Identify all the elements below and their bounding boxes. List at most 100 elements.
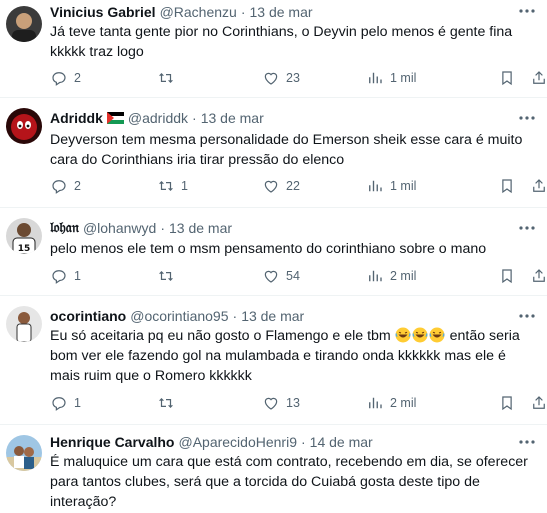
like-icon [264, 270, 278, 283]
separator-dot: · [300, 434, 306, 450]
bookmark-icon [502, 71, 512, 86]
tweet-header: Henrique Carvalho @AparecidoHenri9 · 14 … [50, 431, 507, 453]
tweet-text: Já teve tanta gente pior no Corinthians,… [50, 24, 517, 60]
tweet-ocorintiano[interactable]: ocorintiano @ocorintiano95 · 13 de mar E… [0, 296, 547, 425]
bookmark-button[interactable] [498, 176, 516, 196]
share-icon [533, 396, 545, 409]
like-icon [264, 72, 278, 85]
views-icon [369, 397, 382, 409]
reply-count: 1 [74, 269, 81, 283]
views-button[interactable]: 1 mil [366, 68, 416, 88]
laughing-emoji-icon [429, 327, 445, 343]
retweet-button[interactable]: 1 [157, 176, 188, 196]
like-icon [264, 180, 278, 193]
avatar[interactable]: 15 [6, 218, 42, 254]
bookmark-icon [502, 179, 512, 194]
bookmark-button[interactable] [498, 393, 516, 413]
share-icon [533, 71, 545, 84]
tweet-text: Deyverson tem mesma personalidade do Eme… [50, 132, 527, 168]
retweet-button[interactable] [157, 266, 181, 286]
retweet-count: 1 [181, 179, 188, 193]
reply-button[interactable]: 2 [50, 176, 81, 196]
retweet-icon [159, 73, 173, 83]
share-button[interactable] [530, 176, 547, 196]
reply-count: 1 [74, 396, 81, 410]
author-handle[interactable]: @AparecidoHenri9 [178, 434, 297, 450]
more-icon[interactable] [517, 309, 537, 323]
like-button[interactable]: 22 [262, 176, 300, 196]
tweet-lohan[interactable]: 15 𝔩𝔬𝔥𝔞𝔫 @lohanwyd · 13 de mar pelo meno… [0, 208, 547, 296]
like-button[interactable]: 13 [262, 393, 300, 413]
laughing-emoji-icon [412, 327, 428, 343]
views-button[interactable]: 2 mil [366, 393, 416, 413]
tweet-header: 𝔩𝔬𝔥𝔞𝔫 @lohanwyd · 13 de mar [50, 217, 507, 239]
retweet-icon [159, 271, 173, 281]
tweet-actions: 2 1 22 1 mil [50, 176, 547, 196]
reply-button[interactable]: 1 [50, 393, 81, 413]
tweet-text: pelo menos ele tem o msm pensamento do c… [50, 241, 487, 257]
reply-button[interactable]: 1 [50, 266, 81, 286]
tweet-date[interactable]: 13 de mar [201, 110, 264, 126]
more-icon[interactable] [517, 4, 537, 18]
avatar[interactable] [6, 435, 42, 471]
tweet-adriddk[interactable]: Adriddk @adriddk · 13 de mar Deyverson t… [0, 98, 547, 208]
reply-count: 2 [74, 179, 81, 193]
author-name[interactable]: Vinicius Gabriel [50, 4, 156, 20]
author-name[interactable]: Henrique Carvalho [50, 434, 174, 450]
more-icon[interactable] [517, 435, 537, 449]
tweet-date[interactable]: 14 de mar [310, 434, 373, 450]
share-button[interactable] [530, 266, 547, 286]
like-button[interactable]: 23 [262, 68, 300, 88]
tweet-header: Adriddk @adriddk · 13 de mar [50, 107, 507, 129]
retweet-icon [159, 181, 173, 191]
share-button[interactable] [530, 393, 547, 413]
separator-dot: · [192, 110, 197, 126]
tweet-henrique[interactable]: Henrique Carvalho @AparecidoHenri9 · 14 … [0, 425, 547, 513]
bookmark-button[interactable] [498, 266, 516, 286]
avatar[interactable] [6, 306, 42, 342]
reply-button[interactable]: 2 [50, 68, 81, 88]
retweet-icon [159, 398, 173, 408]
retweet-button[interactable] [157, 393, 181, 413]
separator-dot: · [232, 308, 238, 324]
like-icon [264, 397, 278, 410]
views-button[interactable]: 2 mil [366, 266, 416, 286]
palestine-flag-icon [106, 112, 124, 124]
author-handle[interactable]: @lohanwyd [83, 220, 156, 236]
tweet-actions: 1 54 2 mil [50, 266, 547, 286]
author-name[interactable]: 𝔩𝔬𝔥𝔞𝔫 [50, 220, 79, 236]
more-icon[interactable] [517, 221, 537, 235]
share-icon [533, 179, 545, 192]
author-handle[interactable]: @ocorintiano95 [130, 308, 228, 324]
avatar[interactable] [6, 108, 42, 144]
tweet-date[interactable]: 13 de mar [169, 220, 232, 236]
author-name[interactable]: ocorintiano [50, 308, 126, 324]
avatar[interactable] [6, 6, 42, 42]
author-handle[interactable]: @adriddk [128, 110, 188, 126]
view-count: 1 mil [390, 179, 417, 193]
views-icon [369, 270, 382, 282]
tweet-vinicius[interactable]: Vinicius Gabriel @Rachenzu · 13 de mar J… [0, 0, 547, 98]
author-handle[interactable]: @Rachenzu [160, 4, 237, 20]
tweet-date[interactable]: 13 de mar [241, 308, 304, 324]
share-button[interactable] [530, 68, 547, 88]
reply-icon [52, 72, 66, 86]
tweet-text: Eu só aceitaria pq eu não gosto o Flamen… [50, 326, 529, 386]
reply-icon [52, 397, 66, 411]
view-count: 2 mil [390, 269, 417, 283]
separator-dot: · [240, 4, 246, 20]
view-count: 2 mil [390, 396, 417, 410]
more-icon[interactable] [517, 111, 537, 125]
author-name[interactable]: Adriddk [50, 110, 103, 126]
laughing-emoji-icon [395, 327, 411, 343]
tweet-date[interactable]: 13 de mar [250, 4, 313, 20]
view-count: 1 mil [390, 71, 417, 85]
like-button[interactable]: 54 [262, 266, 300, 286]
views-button[interactable]: 1 mil [366, 176, 416, 196]
retweet-button[interactable] [157, 68, 181, 88]
like-count: 23 [286, 71, 300, 85]
like-count: 13 [286, 396, 300, 410]
bookmark-button[interactable] [498, 68, 516, 88]
reply-count: 2 [74, 71, 81, 85]
tweet-actions: 2 23 1 mil [50, 68, 547, 88]
